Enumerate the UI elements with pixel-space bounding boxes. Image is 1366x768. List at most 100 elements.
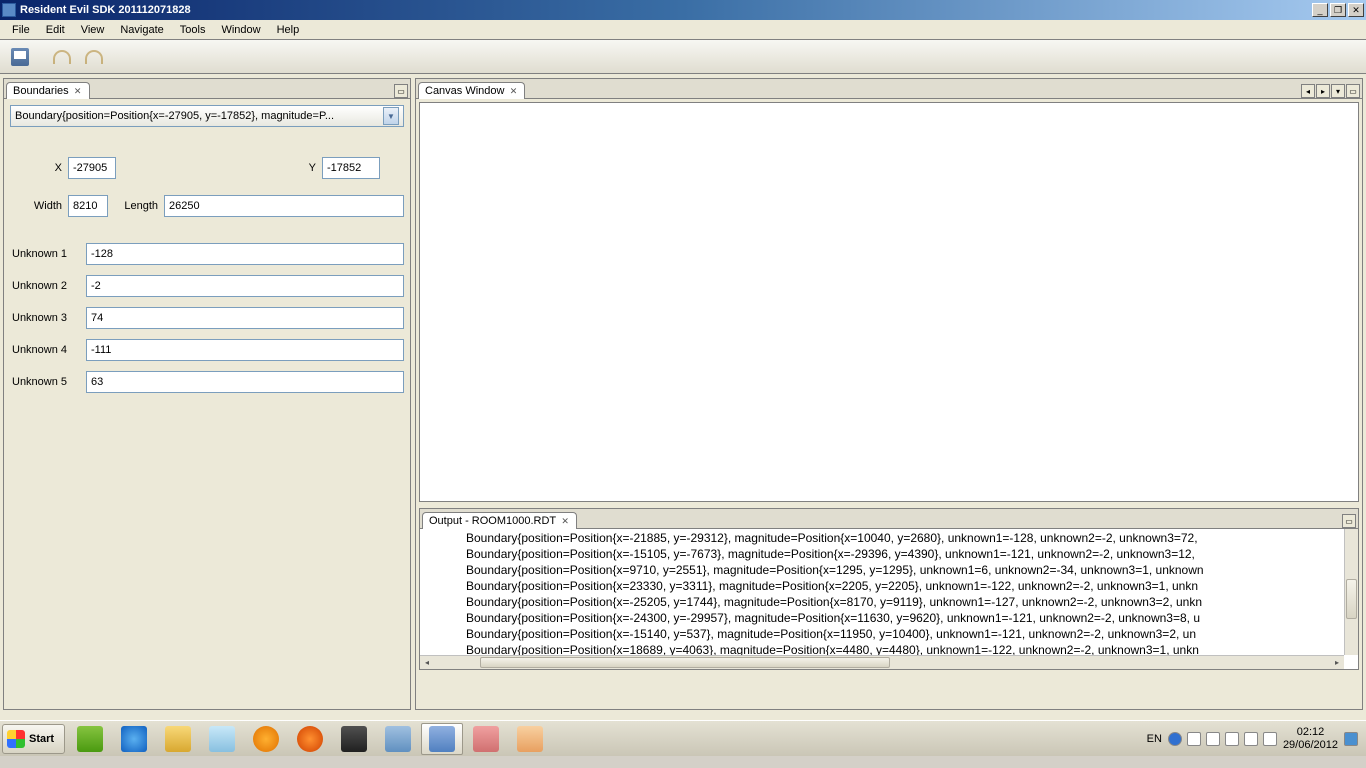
menu-file[interactable]: File [4, 22, 38, 38]
firefox-icon [297, 726, 323, 752]
unknown1-label: Unknown 1 [10, 248, 80, 260]
tab-canvas-label: Canvas Window [425, 85, 504, 97]
clock-time: 02:12 [1283, 726, 1338, 739]
unknown5-field[interactable] [86, 371, 404, 393]
scroll-left-icon[interactable]: ◂ [421, 657, 433, 667]
tab-output-label: Output - ROOM1000.RDT [429, 515, 556, 527]
task-steam[interactable] [333, 723, 375, 755]
output-tab-strip: Output - ROOM1000.RDT ✕ ▭ [420, 509, 1358, 529]
notepad-icon [209, 726, 235, 752]
close-icon[interactable]: ✕ [560, 516, 570, 526]
task-wmp[interactable] [245, 723, 287, 755]
menu-help[interactable]: Help [269, 22, 308, 38]
save-button[interactable] [6, 43, 34, 71]
tray-help-icon[interactable] [1168, 732, 1182, 746]
length-field[interactable] [164, 195, 404, 217]
menu-window[interactable]: Window [213, 22, 268, 38]
panel-max-button[interactable]: ▭ [394, 84, 408, 98]
task-icons [69, 723, 551, 755]
scrollbar-vertical[interactable] [1344, 529, 1358, 655]
panel-next-button[interactable]: ▸ [1316, 84, 1330, 98]
task-app1[interactable] [377, 723, 419, 755]
output-line: Boundary{position=Position{x=-21885, y=-… [466, 530, 1358, 546]
window-title: Resident Evil SDK 201112071828 [20, 4, 1312, 16]
scrollbar-thumb[interactable] [1346, 579, 1357, 619]
start-button[interactable]: Start [2, 724, 65, 754]
app-icon [473, 726, 499, 752]
boundary-selector-value: Boundary{position=Position{x=-27905, y=-… [15, 110, 383, 122]
close-icon[interactable]: ✕ [73, 86, 83, 96]
undo-button[interactable] [48, 43, 76, 71]
app-icon [385, 726, 411, 752]
scrollbar-thumb[interactable] [480, 657, 890, 668]
y-label: Y [296, 162, 316, 174]
unknown3-field[interactable] [86, 307, 404, 329]
system-tray: EN 02:12 29/06/2012 [1147, 726, 1364, 752]
clock-date: 29/06/2012 [1283, 739, 1338, 752]
chevron-down-icon: ▼ [383, 107, 399, 125]
x-label: X [10, 162, 62, 174]
output-text[interactable]: Boundary{position=Position{x=-21885, y=-… [420, 529, 1358, 669]
left-tab-strip: Boundaries ✕ ▭ [4, 79, 410, 99]
panel-prev-button[interactable]: ◂ [1301, 84, 1315, 98]
menu-navigate[interactable]: Navigate [112, 22, 171, 38]
task-firefox[interactable] [289, 723, 331, 755]
unknown4-field[interactable] [86, 339, 404, 361]
panel-menu-button[interactable]: ▾ [1331, 84, 1345, 98]
redo-button[interactable] [80, 43, 108, 71]
task-paint[interactable] [509, 723, 551, 755]
task-explorer[interactable] [157, 723, 199, 755]
task-notepad[interactable] [201, 723, 243, 755]
task-app2[interactable] [465, 723, 507, 755]
tray-updates-icon[interactable] [1225, 732, 1239, 746]
scrollbar-horizontal[interactable]: ◂ ▸ [420, 655, 1344, 669]
unknown2-field[interactable] [86, 275, 404, 297]
save-icon [11, 48, 29, 66]
close-button[interactable]: ✕ [1348, 3, 1364, 17]
unknown4-label: Unknown 4 [10, 344, 80, 356]
task-sdk[interactable] [421, 723, 463, 755]
tray-chevron-icon[interactable] [1187, 732, 1201, 746]
tab-canvas[interactable]: Canvas Window ✕ [418, 82, 525, 99]
menu-view[interactable]: View [73, 22, 113, 38]
tray-signal-icon[interactable] [1244, 732, 1258, 746]
canvas-window[interactable] [419, 102, 1359, 502]
unknown1-field[interactable] [86, 243, 404, 265]
close-icon[interactable]: ✕ [508, 86, 518, 96]
tray-network-icon[interactable] [1206, 732, 1220, 746]
output-line: Boundary{position=Position{x=-25205, y=1… [466, 594, 1358, 610]
tray-monitor-icon[interactable] [1344, 732, 1358, 746]
restore-button[interactable]: ❐ [1330, 3, 1346, 17]
width-field[interactable] [68, 195, 108, 217]
boundary-selector[interactable]: Boundary{position=Position{x=-27905, y=-… [10, 105, 404, 127]
folder-icon [165, 726, 191, 752]
tab-boundaries[interactable]: Boundaries ✕ [6, 82, 90, 99]
toolbar [0, 40, 1366, 74]
taskbar: Start EN 02:12 29/06/2012 [0, 720, 1366, 756]
output-line: Boundary{position=Position{x=-15105, y=-… [466, 546, 1358, 562]
scroll-right-icon[interactable]: ▸ [1331, 657, 1343, 667]
menu-bar: File Edit View Navigate Tools Window Hel… [0, 20, 1366, 40]
paint-icon [517, 726, 543, 752]
panel-max-button[interactable]: ▭ [1342, 514, 1356, 528]
x-field[interactable] [68, 157, 116, 179]
unknown5-label: Unknown 5 [10, 376, 80, 388]
system-clock[interactable]: 02:12 29/06/2012 [1283, 726, 1338, 752]
wmp-icon [253, 726, 279, 752]
tab-output[interactable]: Output - ROOM1000.RDT ✕ [422, 512, 577, 529]
panel-max-button[interactable]: ▭ [1346, 84, 1360, 98]
right-tab-strip: Canvas Window ✕ ◂ ▸ ▾ ▭ [416, 79, 1362, 99]
ie-icon [121, 726, 147, 752]
y-field[interactable] [322, 157, 380, 179]
menu-tools[interactable]: Tools [172, 22, 214, 38]
output-line: Boundary{position=Position{x=-15140, y=5… [466, 626, 1358, 642]
task-msn[interactable] [69, 723, 111, 755]
width-label: Width [10, 200, 62, 212]
tab-boundaries-label: Boundaries [13, 85, 69, 97]
menu-edit[interactable]: Edit [38, 22, 73, 38]
language-indicator[interactable]: EN [1147, 733, 1162, 745]
undo-icon [53, 50, 71, 64]
minimize-button[interactable]: _ [1312, 3, 1328, 17]
tray-volume-icon[interactable] [1263, 732, 1277, 746]
task-ie[interactable] [113, 723, 155, 755]
